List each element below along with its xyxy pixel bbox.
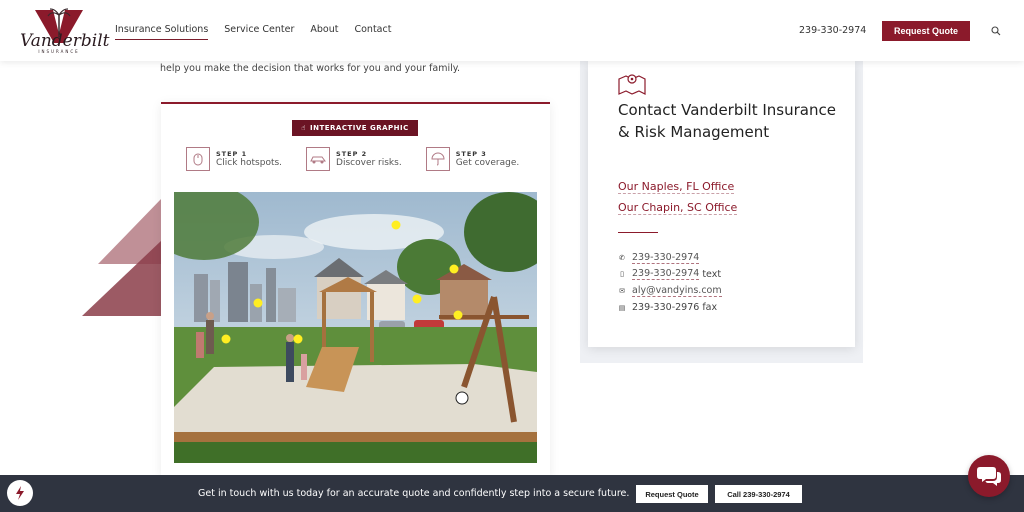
bottom-cta-bar: Get in touch with us today for an accura… bbox=[0, 475, 1024, 512]
fax-row: ▤ 239-330-2976 fax bbox=[618, 302, 717, 313]
mouse-icon bbox=[186, 147, 210, 171]
step-3-text: Get coverage. bbox=[455, 158, 520, 168]
logo-subtitle: INSURANCE bbox=[38, 49, 80, 54]
email-link[interactable]: aly@vandyins.com bbox=[632, 285, 722, 297]
contact-heading: Contact Vanderbilt Insurance & Risk Mana… bbox=[618, 101, 836, 141]
logo[interactable]: Vanderbilt INSURANCE bbox=[20, 7, 110, 55]
chapin-office-link[interactable]: Our Chapin, SC Office bbox=[618, 201, 738, 215]
playground-scene-image bbox=[174, 192, 537, 463]
text-row: ▯ 239-330-2974 text bbox=[618, 268, 721, 280]
search-icon[interactable] bbox=[991, 26, 1001, 36]
interactive-graphic-badge: ☝ INTERACTIVE GRAPHIC bbox=[292, 120, 418, 136]
phone-icon: ✆ bbox=[619, 254, 625, 262]
phone-link[interactable]: 239-330-2974 bbox=[632, 252, 700, 264]
decorative-triangles bbox=[82, 198, 162, 316]
contact-card: Contact Vanderbilt Insurance & Risk Mana… bbox=[588, 61, 855, 347]
logo-wordmark: Vanderbilt bbox=[20, 31, 110, 51]
naples-office-link[interactable]: Our Naples, FL Office bbox=[618, 180, 735, 194]
step-1-number: STEP 1 bbox=[216, 150, 248, 158]
step-1: STEP 1 Click hotspots. bbox=[186, 147, 282, 171]
main-nav: Insurance Solutions Service Center About… bbox=[115, 24, 391, 40]
nav-contact[interactable]: Contact bbox=[354, 24, 391, 40]
nav-service-center[interactable]: Service Center bbox=[224, 24, 294, 40]
request-quote-button[interactable]: Request Quote bbox=[882, 21, 970, 41]
interactive-graphic-card: ☝ INTERACTIVE GRAPHIC STEP 1 Click hotsp… bbox=[161, 102, 550, 477]
step-2-number: STEP 2 bbox=[336, 150, 368, 158]
step-2: STEP 2 Discover risks. bbox=[306, 147, 402, 171]
car-icon bbox=[306, 147, 331, 171]
cta-text: Get in touch with us today for an accura… bbox=[198, 488, 630, 499]
step-3-number: STEP 3 bbox=[455, 150, 487, 158]
umbrella-icon bbox=[425, 147, 450, 171]
nav-about[interactable]: About bbox=[310, 24, 338, 40]
mobile-icon: ▯ bbox=[620, 270, 624, 278]
bottom-call-button[interactable]: Call 239-330-2974 bbox=[714, 484, 803, 504]
phone-row: ✆ 239-330-2974 bbox=[618, 252, 700, 264]
chat-bubble-icon[interactable] bbox=[968, 455, 1010, 497]
text-suffix: text bbox=[702, 268, 722, 280]
envelope-icon: ✉ bbox=[619, 287, 625, 295]
flash-icon[interactable] bbox=[7, 480, 33, 506]
contact-divider bbox=[618, 232, 658, 233]
step-3: STEP 3 Get coverage. bbox=[425, 147, 520, 171]
intro-text: help you make the decision that works fo… bbox=[160, 63, 461, 74]
step-2-text: Discover risks. bbox=[336, 158, 402, 168]
badge-label: INTERACTIVE GRAPHIC bbox=[310, 124, 409, 132]
bottom-request-quote-button[interactable]: Request Quote bbox=[635, 484, 709, 504]
text-phone-link[interactable]: 239-330-2974 bbox=[632, 268, 700, 280]
steps-row: STEP 1 Click hotspots. STEP 2 Discover r… bbox=[186, 147, 519, 171]
page: Vanderbilt INSURANCE Insurance Solutions… bbox=[0, 0, 1024, 512]
fax-suffix: fax bbox=[702, 302, 718, 313]
step-1-text: Click hotspots. bbox=[216, 158, 283, 168]
fax-icon: ▤ bbox=[618, 303, 626, 312]
nav-insurance-solutions[interactable]: Insurance Solutions bbox=[115, 24, 209, 40]
fax-number: 239-330-2976 bbox=[632, 302, 700, 313]
header-phone-link[interactable]: 239-330-2974 bbox=[799, 25, 866, 36]
pointer-icon: ☝ bbox=[301, 124, 306, 132]
map-pin-icon bbox=[618, 74, 646, 95]
site-header: Vanderbilt INSURANCE Insurance Solutions… bbox=[0, 0, 1024, 61]
email-row: ✉ aly@vandyins.com bbox=[618, 285, 722, 297]
